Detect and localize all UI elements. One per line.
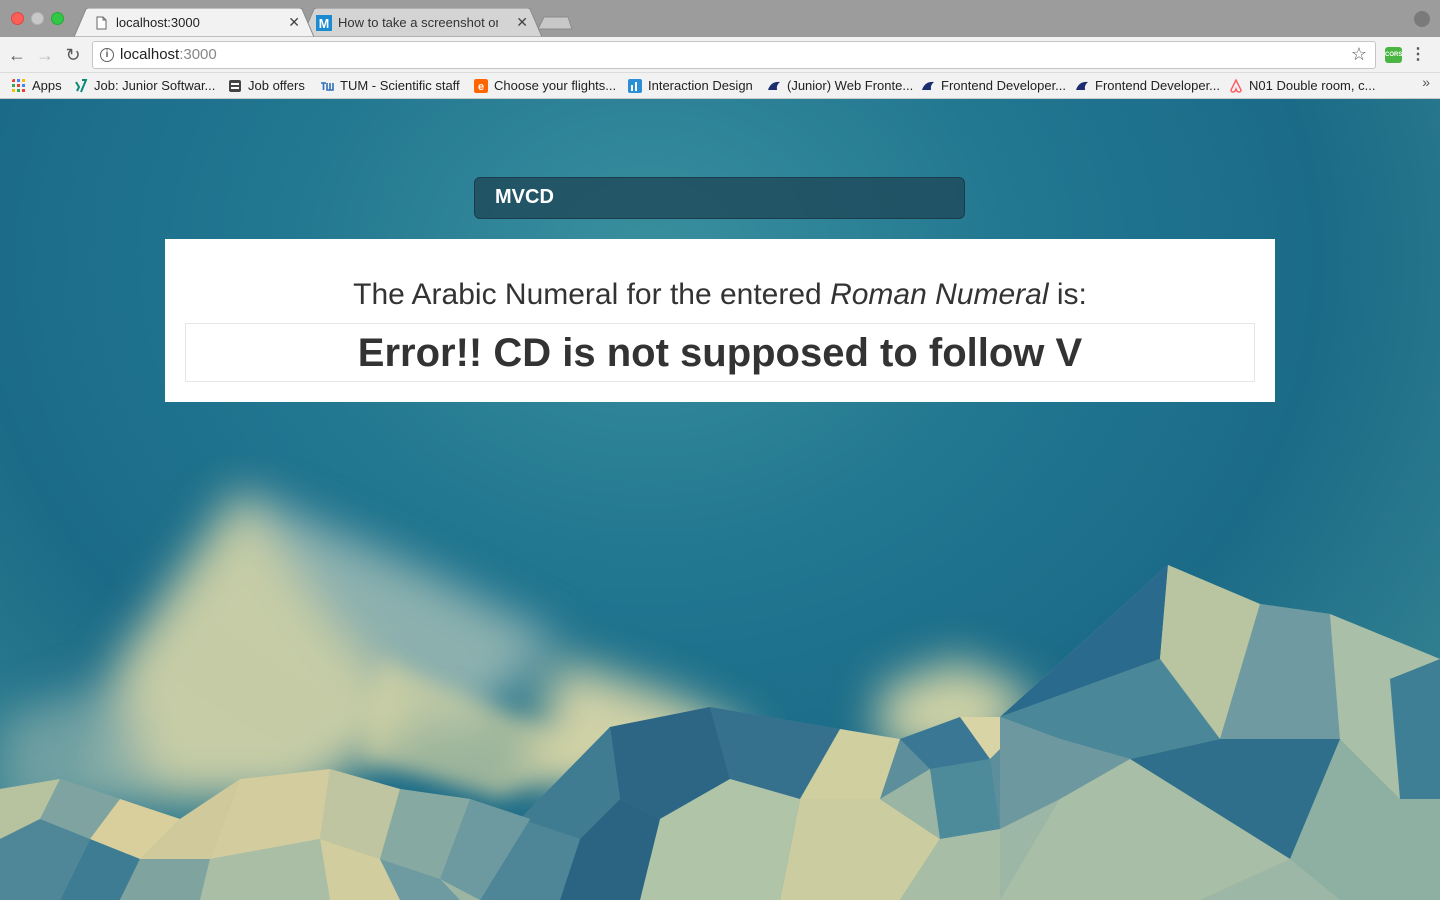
- stepstone-icon: [1076, 81, 1088, 90]
- bookmarks-bar: Apps Job: Junior Softwar... Job offers T…: [0, 73, 1440, 99]
- bookmark-label: Choose your flights...: [494, 78, 617, 93]
- reload-icon[interactable]: ↻: [63, 45, 83, 65]
- bookmark-star-icon[interactable]: ☆: [1351, 44, 1367, 65]
- heading-emphasis: Roman Numeral: [830, 278, 1049, 311]
- easyjet-icon: e: [474, 79, 488, 93]
- browser-menu-icon[interactable]: ⋮: [1410, 46, 1426, 64]
- result-heading: The Arabic Numeral for the entered Roman…: [165, 277, 1275, 313]
- heading-suffix: is:: [1048, 278, 1087, 311]
- stepstone-icon: [768, 81, 780, 90]
- browser-toolbar: ← → ↻ i localhost:3000 ☆ CORS ⋮: [0, 37, 1440, 73]
- tab-title: How to take a screenshot on M: [338, 15, 498, 30]
- svg-text:e: e: [478, 81, 484, 93]
- page-icon: [96, 16, 107, 30]
- medium-icon: M: [316, 15, 332, 31]
- bookmark-label: Interaction Design: [648, 78, 753, 93]
- result-output-box: Error!! CD is not supposed to follow V: [185, 323, 1255, 382]
- url-port: :3000: [179, 46, 217, 63]
- bookmark-label: Job offers: [248, 78, 305, 93]
- result-value: Error!! CD is not supposed to follow V: [357, 331, 1083, 375]
- apps-grid-icon: [12, 79, 25, 92]
- profile-icon[interactable]: [1414, 11, 1430, 27]
- bookmark-label: Job: Junior Softwar...: [94, 78, 216, 93]
- page-viewport: MVCD The Arabic Numeral for the entered …: [0, 99, 1440, 900]
- xing-icon: [75, 79, 88, 93]
- back-arrow-icon[interactable]: ←: [7, 45, 27, 65]
- bookmark-label: TUM - Scientific staff: [340, 78, 460, 93]
- roman-numeral-input[interactable]: MVCD: [474, 177, 965, 219]
- airbnb-icon: [1230, 79, 1242, 93]
- bookmark-label: N01 Double room, c...: [1249, 78, 1376, 93]
- bookmark-label: (Junior) Web Fronte...: [787, 78, 914, 93]
- result-card: The Arabic Numeral for the entered Roman…: [165, 239, 1275, 402]
- url-text[interactable]: localhost:3000: [120, 42, 217, 68]
- close-window-button[interactable]: [11, 12, 24, 25]
- stepstone-icon: [922, 81, 934, 90]
- site-info-icon[interactable]: i: [100, 48, 114, 62]
- url-host: localhost: [120, 46, 180, 63]
- cors-extension-icon[interactable]: CORS: [1385, 47, 1402, 63]
- close-tab-icon[interactable]: ✕: [516, 8, 528, 37]
- stackexchange-icon: [229, 80, 241, 92]
- more-bookmarks-icon[interactable]: »: [1422, 74, 1430, 90]
- bookmark-label: Apps: [32, 78, 62, 93]
- tab-localhost[interactable]: localhost:3000 ✕: [74, 8, 314, 37]
- tab-title: localhost:3000: [116, 15, 200, 30]
- maximize-window-button[interactable]: [51, 12, 64, 25]
- close-tab-icon[interactable]: ✕: [288, 8, 300, 37]
- bookmark-label: Frontend Developer...: [941, 78, 1067, 93]
- heading-prefix: The Arabic Numeral for the entered: [353, 278, 831, 311]
- address-bar[interactable]: i localhost:3000 ☆: [92, 41, 1376, 69]
- tab-screenshot-article[interactable]: M How to take a screenshot on M ✕: [302, 8, 542, 37]
- mountain-background-image: [0, 489, 1440, 900]
- forward-arrow-icon[interactable]: →: [35, 45, 55, 65]
- browser-titlebar: localhost:3000 ✕ M How to take a screens…: [0, 0, 1440, 37]
- tum-icon: [321, 82, 334, 91]
- minimize-window-button[interactable]: [31, 12, 44, 25]
- bookmark-label: Frontend Developer...: [1095, 78, 1221, 93]
- ixd-icon: [628, 79, 642, 93]
- svg-text:M: M: [319, 17, 329, 31]
